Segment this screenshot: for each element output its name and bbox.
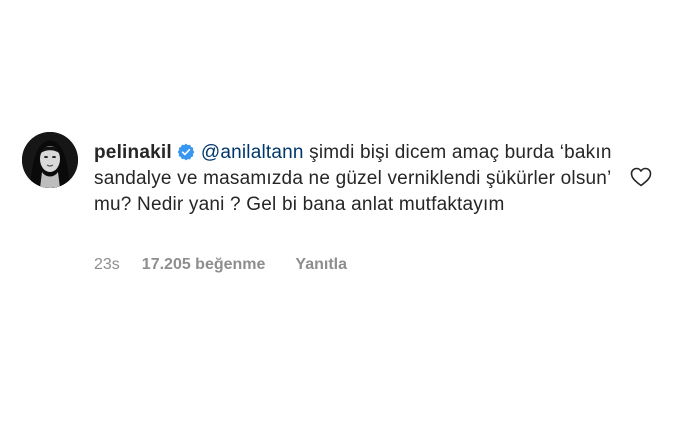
comment-meta: 23s 17.205 beğenme Yanıtla [94,256,347,274]
avatar-image [22,132,78,188]
comment-timestamp[interactable]: 23s [94,256,120,274]
username-link[interactable]: pelinakil [94,142,172,163]
reply-button[interactable]: Yanıtla [295,256,347,274]
mention-link[interactable]: @anilaltann [201,142,304,163]
like-button[interactable] [629,165,653,189]
heart-outline-icon [630,167,652,187]
comment: pelinakil @anilaltann şimdi bişi dicem am… [22,118,672,298]
likes-count[interactable]: 17.205 beğenme [142,256,266,274]
verified-badge-icon [177,143,195,161]
comment-body: pelinakil @anilaltann şimdi bişi dicem am… [94,140,614,218]
avatar[interactable] [22,132,78,188]
